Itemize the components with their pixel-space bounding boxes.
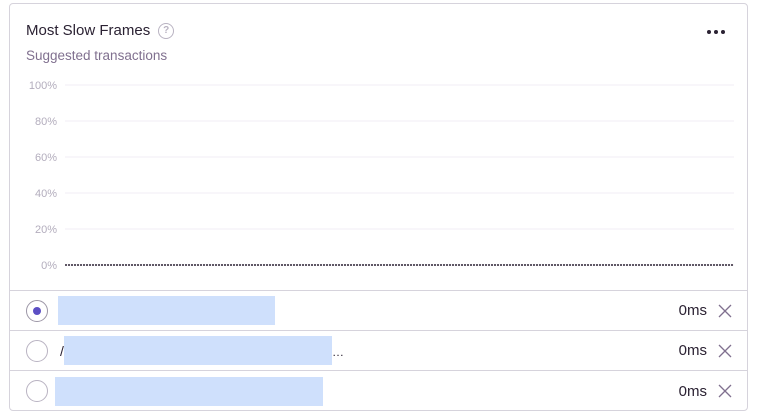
y-tick-label: 60% <box>35 152 57 164</box>
transaction-name-redacted[interactable] <box>58 296 275 325</box>
radio-button[interactable] <box>26 380 48 402</box>
transaction-ellipsis: … <box>332 345 344 359</box>
ellipsis-icon-dot <box>714 30 718 34</box>
transaction-value: 0ms <box>678 382 707 400</box>
slow-frames-widget: Most Slow Frames ? Suggested transaction… <box>9 3 748 411</box>
widget-title: Most Slow Frames <box>26 22 151 39</box>
transaction-row[interactable]: 0ms <box>10 290 747 330</box>
y-tick-label: 40% <box>35 188 57 200</box>
y-tick-label: 100% <box>29 80 57 92</box>
transaction-list: 0ms / … 0ms 0ms <box>10 290 747 411</box>
title-row: Most Slow Frames ? <box>26 22 731 39</box>
radio-button-selected[interactable] <box>26 299 48 322</box>
transaction-name-redacted[interactable] <box>64 336 332 365</box>
close-icon[interactable] <box>718 344 732 358</box>
radio-button[interactable] <box>26 339 48 362</box>
y-tick-label: 0% <box>41 260 57 272</box>
question-circle-icon[interactable]: ? <box>158 22 175 39</box>
ellipsis-icon-dot <box>721 30 725 34</box>
more-options-button[interactable] <box>703 22 729 42</box>
transaction-value: 0ms <box>678 302 707 319</box>
widget-subtitle: Suggested transactions <box>26 48 168 63</box>
ellipsis-icon-dot <box>707 30 711 34</box>
y-tick-label: 20% <box>35 224 57 236</box>
slow-frames-chart: 100% 80% 60% 40% 20% 0% <box>10 74 747 292</box>
transaction-row[interactable]: 0ms <box>10 370 747 411</box>
transaction-value: 0ms <box>678 342 707 359</box>
chart-svg: 100% 80% 60% 40% 20% 0% <box>29 80 734 272</box>
close-icon[interactable] <box>718 304 732 318</box>
transaction-row[interactable]: / … 0ms <box>10 330 747 370</box>
widget-header: Most Slow Frames ? Suggested transaction… <box>26 22 731 72</box>
close-icon[interactable] <box>718 384 732 398</box>
transaction-name-redacted[interactable] <box>55 376 323 406</box>
y-tick-label: 80% <box>35 116 57 128</box>
